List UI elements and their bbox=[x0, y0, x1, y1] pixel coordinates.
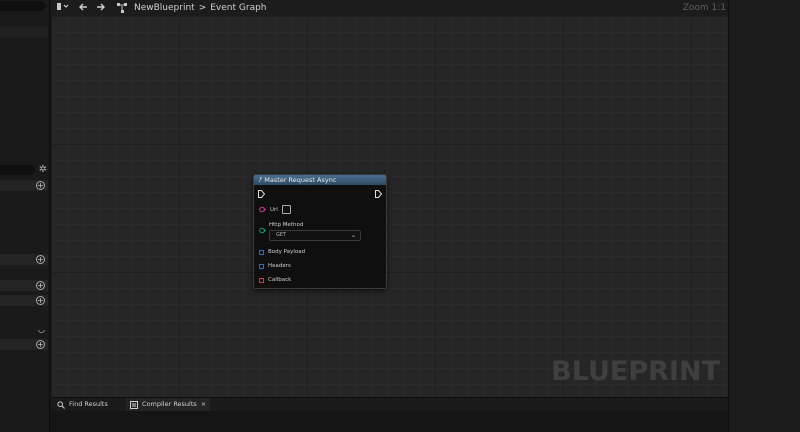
struct-pin-icon[interactable] bbox=[259, 249, 264, 255]
breadcrumb-separator: > bbox=[198, 3, 207, 13]
panel-search-input[interactable] bbox=[0, 1, 46, 11]
tab-label: Compiler Results bbox=[142, 400, 197, 408]
add-icon[interactable]: + bbox=[36, 281, 45, 290]
close-icon[interactable]: × bbox=[201, 398, 206, 411]
graph-icon bbox=[115, 2, 129, 14]
http-method-label: Http Method bbox=[269, 222, 304, 228]
http-method-pin[interactable] bbox=[259, 227, 266, 234]
headers-pin[interactable]: Headers bbox=[259, 263, 291, 269]
body-payload-pin[interactable]: Body Payload bbox=[259, 249, 305, 255]
compiler-icon bbox=[130, 400, 138, 409]
tab-label: Find Results bbox=[69, 400, 108, 408]
panel-section-variables[interactable]: + bbox=[0, 295, 48, 306]
bottom-panel: Find Results Compiler Results × bbox=[51, 397, 728, 432]
details-panel bbox=[728, 0, 800, 432]
chevron-down-icon: ⌄ bbox=[350, 232, 356, 239]
bookmark-dropdown-icon[interactable] bbox=[55, 2, 71, 14]
exec-out-pin-icon[interactable] bbox=[375, 190, 382, 198]
compiler-results-panel bbox=[51, 411, 728, 432]
breadcrumb-blueprint[interactable]: NewBlueprint bbox=[134, 2, 195, 14]
graph-toolbar: NewBlueprint > Event Graph Zoom 1:1 bbox=[51, 0, 728, 16]
event-graph-canvas[interactable]: f Master Request Async Url Http Method G… bbox=[51, 16, 728, 397]
panel-section-dispatchers[interactable]: + bbox=[0, 339, 48, 350]
breadcrumb: NewBlueprint > Event Graph bbox=[134, 2, 267, 14]
master-request-async-node[interactable]: f Master Request Async Url Http Method G… bbox=[253, 174, 387, 289]
url-input[interactable] bbox=[281, 205, 291, 214]
panel-filter-input[interactable] bbox=[0, 165, 35, 175]
blueprint-watermark: BLUEPRINT bbox=[551, 356, 720, 387]
add-icon[interactable]: + bbox=[36, 340, 45, 349]
enum-pin-icon[interactable] bbox=[259, 227, 266, 234]
arrow-left-icon[interactable] bbox=[77, 2, 89, 14]
add-icon[interactable]: + bbox=[36, 255, 45, 264]
body-payload-label: Body Payload bbox=[268, 249, 306, 255]
http-method-value: GET bbox=[276, 232, 287, 238]
node-title: Master Request Async bbox=[264, 176, 337, 184]
settings-gear-icon[interactable]: ✲ bbox=[37, 164, 49, 176]
breadcrumb-event-graph[interactable]: Event Graph bbox=[210, 2, 266, 14]
struct-pin-icon[interactable] bbox=[259, 263, 264, 269]
panel-section-macros[interactable]: + bbox=[0, 280, 48, 291]
panel-row[interactable] bbox=[0, 27, 48, 38]
arrow-right-icon[interactable] bbox=[95, 2, 107, 14]
add-icon[interactable]: + bbox=[36, 296, 45, 305]
panel-section-functions[interactable]: + bbox=[0, 254, 48, 265]
tab-find-results[interactable]: Find Results bbox=[53, 398, 112, 411]
chevron-down-icon[interactable]: ◡ bbox=[38, 325, 45, 334]
tab-compiler-results[interactable]: Compiler Results × bbox=[126, 398, 211, 411]
string-pin-icon[interactable] bbox=[259, 206, 266, 213]
callback-pin[interactable]: Callback bbox=[259, 277, 291, 283]
headers-label: Headers bbox=[268, 263, 291, 269]
callback-label: Callback bbox=[268, 277, 292, 283]
panel-section-graphs[interactable]: + bbox=[0, 180, 48, 191]
http-method-dropdown[interactable]: GET ⌄ bbox=[269, 230, 361, 241]
exec-in-pin-icon[interactable] bbox=[258, 190, 265, 198]
my-blueprint-panel: ✲ + + + + ◡ + bbox=[0, 0, 50, 432]
function-icon: f bbox=[259, 176, 262, 184]
add-icon[interactable]: + bbox=[36, 181, 45, 190]
blueprint-editor: ✲ + + + + ◡ + NewBlueprint > Event Graph… bbox=[0, 0, 800, 432]
zoom-level: Zoom 1:1 bbox=[682, 3, 726, 13]
url-label: Url bbox=[270, 206, 278, 213]
url-pin[interactable]: Url bbox=[259, 205, 291, 214]
node-header[interactable]: f Master Request Async bbox=[254, 175, 386, 185]
delegate-pin-icon[interactable] bbox=[259, 277, 264, 283]
search-icon bbox=[57, 400, 65, 409]
